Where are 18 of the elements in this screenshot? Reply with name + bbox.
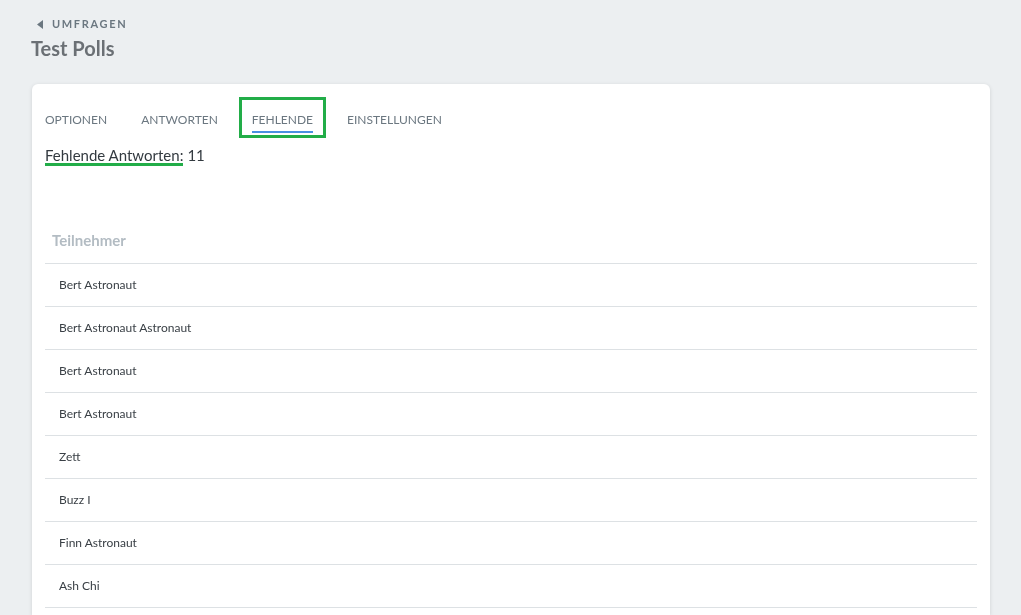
tab[interactable]: FEHLENDE [251,111,314,133]
table-cell: Bert Astronaut [59,362,137,380]
table-cell: Bert Astronaut Astronaut [59,319,192,337]
table-cell: Ash Chi [59,577,100,595]
table-cell: Zett [59,448,81,466]
tab[interactable]: ANTWORTEN [141,111,218,133]
page-title: Test Polls [31,34,116,61]
summary-count: 11 [187,144,205,166]
column-header: Teilnehmer [52,230,126,252]
tab[interactable]: EINSTELLUNGEN [347,111,442,133]
caret-left-icon [37,19,43,29]
table-cell: Bert Astronaut [59,405,137,423]
summary-label: Fehlende Antworten: [45,146,184,166]
table-cell: Finn Astronaut [59,534,137,552]
tab[interactable]: OPTIONEN [45,111,108,133]
table-cell: Buzz I [59,491,91,509]
back-link[interactable]: UMFRAGEN [37,16,990,33]
table-cell: Bert Astronaut [59,276,137,294]
